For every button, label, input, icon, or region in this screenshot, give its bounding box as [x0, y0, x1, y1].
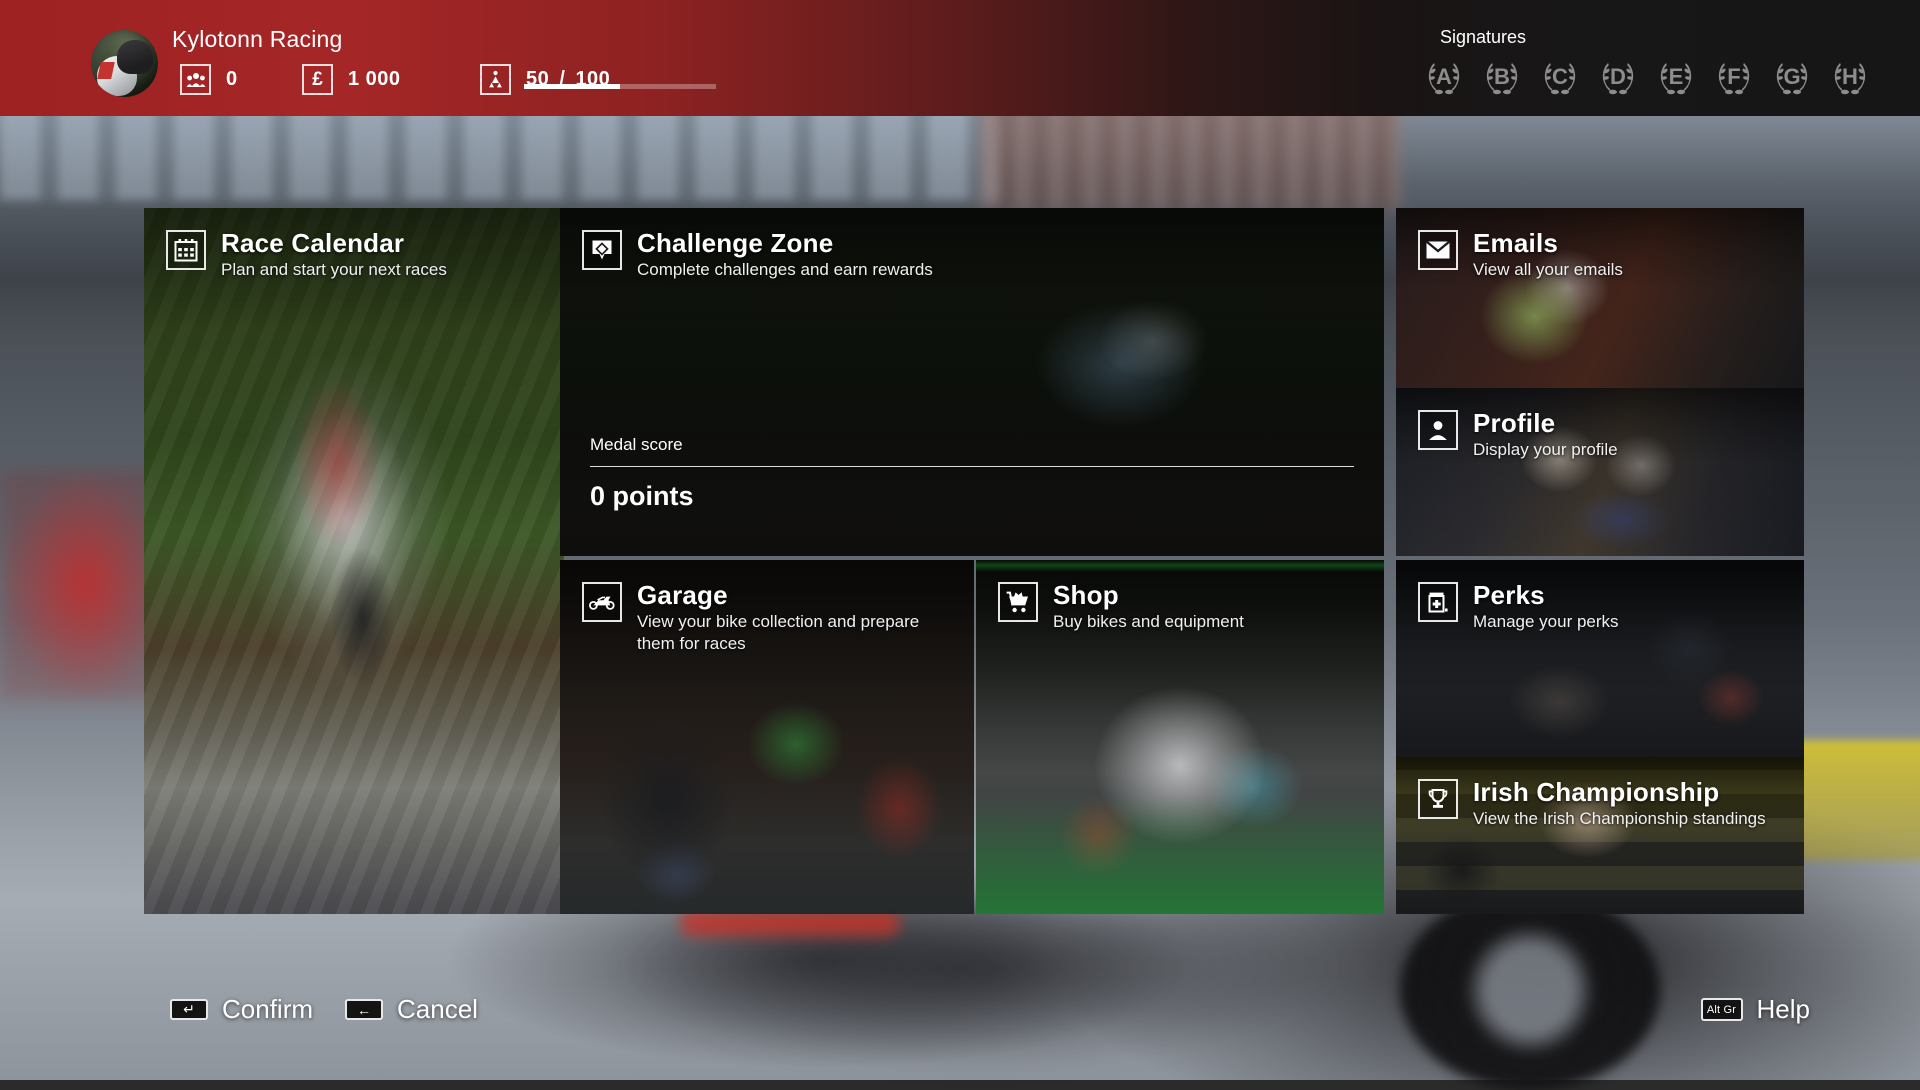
irish-championship-header: Irish Championship View the Irish Champi…	[1418, 779, 1788, 830]
confirm-label: Confirm	[222, 994, 313, 1025]
fans-value: 0	[226, 68, 238, 91]
medal-score-label: Medal score	[590, 435, 1354, 455]
signature-badge-letter: D	[1610, 64, 1626, 90]
help-label: Help	[1757, 994, 1810, 1025]
signature-badge-d[interactable]: D	[1596, 57, 1640, 97]
enter-key-icon: ↵	[170, 999, 208, 1020]
tile-shop[interactable]: Shop Buy bikes and equipment	[976, 560, 1384, 914]
footer-action-bar: ↵ Confirm ← Cancel Alt Gr Help	[0, 994, 1920, 1040]
stat-fans: 0	[180, 64, 238, 95]
confirm-button[interactable]: ↵ Confirm	[170, 994, 313, 1025]
emails-header: Emails View all your emails	[1418, 230, 1788, 281]
challenge-zone-title: Challenge Zone	[637, 230, 933, 257]
tile-challenge-zone[interactable]: Challenge Zone Complete challenges and e…	[560, 208, 1384, 556]
signature-badge-letter: G	[1783, 64, 1800, 90]
signature-badge-c[interactable]: C	[1538, 57, 1582, 97]
top-status-bar: Kylotonn Racing 0 £ 1 000	[0, 0, 1920, 116]
level-progress-fill	[524, 84, 620, 89]
background-race-sign	[1790, 740, 1920, 860]
emails-subtitle: View all your emails	[1473, 259, 1623, 281]
money-value: 1 000	[348, 68, 401, 91]
profile-title: Profile	[1473, 410, 1618, 437]
shop-subtitle: Buy bikes and equipment	[1053, 611, 1244, 633]
signature-badge-letter: H	[1842, 64, 1858, 90]
medal-score-block: Medal score 0 points	[590, 435, 1354, 512]
emails-title: Emails	[1473, 230, 1623, 257]
shop-title: Shop	[1053, 582, 1244, 609]
challenge-zone-subtitle: Complete challenges and earn rewards	[637, 259, 933, 281]
signatures-row: A B C D E F G H	[1422, 57, 1872, 97]
signature-badge-b[interactable]: B	[1480, 57, 1524, 97]
motorcycle-icon	[582, 582, 622, 622]
stat-money: £ 1 000	[302, 64, 401, 95]
money-icon: £	[302, 64, 333, 95]
irish-championship-subtitle: View the Irish Championship standings	[1473, 808, 1766, 830]
profile-subtitle: Display your profile	[1473, 439, 1618, 461]
player-name: Kylotonn Racing	[172, 26, 343, 53]
level-icon	[480, 64, 511, 95]
signature-badge-letter: E	[1669, 64, 1684, 90]
signature-badge-letter: C	[1552, 64, 1568, 90]
signatures-label: Signatures	[1440, 27, 1526, 48]
altgr-key-icon: Alt Gr	[1701, 998, 1743, 1021]
shopping-cart-icon	[998, 582, 1038, 622]
avatar[interactable]	[91, 30, 158, 97]
signature-badge-a[interactable]: A	[1422, 57, 1466, 97]
cancel-button[interactable]: ← Cancel	[345, 994, 478, 1025]
help-button[interactable]: Alt Gr Help	[1701, 994, 1810, 1025]
fans-icon	[180, 64, 211, 95]
trophy-icon	[1418, 779, 1458, 819]
avatar-helmet-stripe	[97, 62, 115, 79]
challenge-zone-header: Challenge Zone Complete challenges and e…	[582, 230, 1368, 281]
medal-score-value: 0 points	[590, 481, 1354, 512]
tile-emails[interactable]: Emails View all your emails	[1396, 208, 1804, 388]
signature-badge-e[interactable]: E	[1654, 57, 1698, 97]
tile-profile[interactable]: Profile Display your profile	[1396, 388, 1804, 556]
shop-header: Shop Buy bikes and equipment	[998, 582, 1368, 633]
garage-title: Garage	[637, 582, 937, 609]
person-icon	[1418, 410, 1458, 450]
race-calendar-title: Race Calendar	[221, 230, 447, 257]
signature-badge-letter: B	[1494, 64, 1510, 90]
calendar-icon	[166, 230, 206, 270]
tile-irish-championship[interactable]: Irish Championship View the Irish Champi…	[1396, 757, 1804, 914]
profile-header: Profile Display your profile	[1418, 410, 1788, 461]
backspace-key-icon: ←	[345, 999, 383, 1020]
race-calendar-header: Race Calendar Plan and start your next r…	[166, 230, 548, 281]
race-calendar-scrim	[144, 208, 564, 914]
garage-header: Garage View your bike collection and pre…	[582, 582, 958, 655]
challenge-badge-icon	[582, 230, 622, 270]
signature-badge-g[interactable]: G	[1770, 57, 1814, 97]
race-calendar-subtitle: Plan and start your next races	[221, 259, 447, 281]
signature-badge-h[interactable]: H	[1828, 57, 1872, 97]
perks-title: Perks	[1473, 582, 1619, 609]
background-wheel	[1400, 890, 1660, 1090]
envelope-icon	[1418, 230, 1458, 270]
cancel-label: Cancel	[397, 994, 478, 1025]
stat-level: 50 / 100	[480, 64, 610, 95]
perks-subtitle: Manage your perks	[1473, 611, 1619, 633]
medal-score-divider	[590, 466, 1354, 467]
signature-badge-letter: F	[1727, 64, 1740, 90]
tile-race-calendar[interactable]: Race Calendar Plan and start your next r…	[144, 208, 564, 914]
perks-header: Perks Manage your perks	[1418, 582, 1788, 633]
perk-bottle-icon	[1418, 582, 1458, 622]
level-progress-bar	[524, 84, 716, 89]
tile-perks[interactable]: Perks Manage your perks	[1396, 560, 1804, 757]
signature-badge-f[interactable]: F	[1712, 57, 1756, 97]
tile-garage[interactable]: Garage View your bike collection and pre…	[560, 560, 974, 914]
garage-subtitle: View your bike collection and prepare th…	[637, 611, 937, 655]
signature-badge-letter: A	[1436, 64, 1452, 90]
irish-championship-title: Irish Championship	[1473, 779, 1766, 806]
